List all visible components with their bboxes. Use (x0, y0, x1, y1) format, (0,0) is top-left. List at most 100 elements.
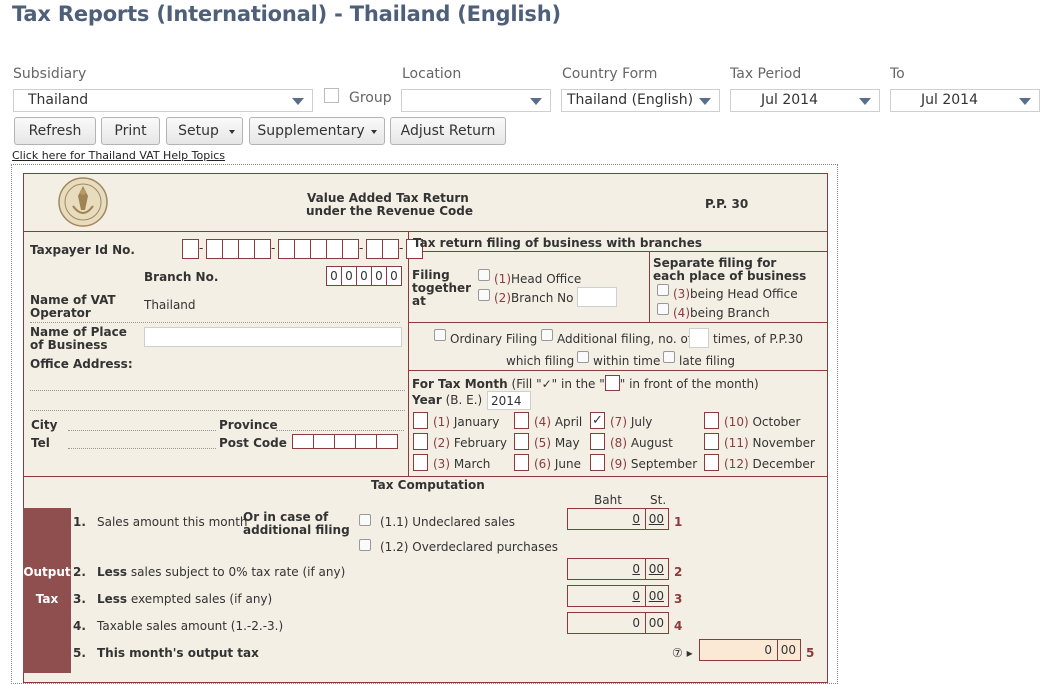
tax-month-instruction: For Tax Month (Fill "✓" in the " " in fro… (412, 375, 759, 391)
place-of-business-input[interactable] (144, 327, 402, 347)
month-checkbox[interactable] (413, 454, 428, 471)
help-topics-link[interactable]: Click here for Thailand VAT Help Topics (12, 149, 225, 162)
setup-button[interactable]: Setup (166, 117, 243, 145)
subsidiary-select[interactable]: Thailand (13, 89, 313, 112)
month-checkbox[interactable]: ✓ (590, 412, 605, 429)
to-value: Jul 2014 (921, 92, 978, 108)
month-checkbox[interactable] (514, 412, 529, 429)
post-code-digit[interactable] (292, 434, 314, 449)
branch-no-checkbox[interactable] (478, 289, 490, 301)
additional-filing-count-input[interactable] (689, 328, 709, 348)
late-filing-checkbox[interactable] (663, 351, 675, 363)
form-title-line1: Value Added Tax Return (307, 191, 469, 205)
row-description: Less exempted sales (if any) (97, 592, 273, 606)
month-label: (11) November (724, 436, 815, 450)
month-label: (10) October (724, 415, 801, 429)
line-number: 1 (674, 515, 683, 529)
month-checkbox[interactable] (514, 433, 529, 450)
to-select[interactable]: Jul 2014 (890, 89, 1040, 112)
overdeclared-purchases-label: (1.2) Overdeclared purchases (380, 540, 559, 554)
vat-operator-label-2: Operator (30, 306, 91, 320)
month-checkbox[interactable] (413, 412, 428, 429)
id-separator: - (271, 241, 276, 255)
head-office-checkbox[interactable] (478, 269, 490, 281)
adjust-return-button[interactable]: Adjust Return (390, 117, 506, 145)
undeclared-sales-checkbox[interactable] (359, 514, 371, 526)
month-checkbox[interactable] (704, 433, 719, 450)
supplementary-label: Supplementary (257, 123, 365, 139)
month-checkbox[interactable] (704, 412, 719, 429)
month-label: (4) April (534, 415, 583, 429)
taxpayer-id-digit[interactable] (326, 239, 343, 259)
country-form-select[interactable]: Thailand (English) (561, 89, 720, 112)
location-select[interactable] (401, 89, 551, 112)
month-checkbox[interactable] (704, 454, 719, 471)
row-description: Less sales subject to 0% tax rate (if an… (97, 565, 346, 579)
chevron-down-icon (699, 98, 711, 105)
additional-filing-checkbox[interactable] (541, 329, 553, 341)
taxpayer-id-digit[interactable] (342, 239, 359, 259)
amount-field[interactable]: 0 00 (567, 508, 669, 530)
amount-field[interactable]: 0 00 (567, 558, 669, 580)
amount-field[interactable]: 0 00 (567, 612, 669, 634)
tax-period-select[interactable]: Jul 2014 (730, 89, 880, 112)
revenue-seal-icon (58, 177, 108, 227)
line-number: 2 (674, 565, 683, 579)
chevron-down-icon (859, 98, 871, 105)
post-code-digit[interactable] (313, 434, 335, 449)
filing-together-label-3: at (412, 294, 426, 308)
month-label: (2) February (433, 436, 508, 450)
row-description: Taxable sales amount (1.-2.-3.) (97, 619, 284, 633)
within-time-checkbox[interactable] (577, 351, 589, 363)
taxpayer-id-digit[interactable] (206, 239, 223, 259)
month-checkbox[interactable] (413, 433, 428, 450)
branch-no-digit[interactable]: 0 (326, 266, 342, 286)
additional-case-label-1: Or in case of (243, 510, 329, 524)
taxpayer-id-digit[interactable] (254, 239, 271, 259)
subsidiary-value: Thailand (28, 92, 89, 108)
within-time-label: within time (593, 354, 661, 368)
to-label: To (890, 66, 905, 82)
supplementary-button[interactable]: Supplementary (249, 117, 385, 145)
branch-no-digit[interactable]: 0 (356, 266, 372, 286)
branch-no-digit[interactable]: 0 (341, 266, 357, 286)
ordinary-filing-checkbox[interactable] (434, 329, 446, 341)
taxpayer-id-digit[interactable] (238, 239, 255, 259)
taxpayer-id-digit[interactable] (182, 239, 199, 259)
taxpayer-id-digit[interactable] (310, 239, 327, 259)
month-checkbox[interactable] (590, 433, 605, 450)
taxpayer-id-label: Taxpayer Id No. (30, 243, 135, 257)
taxpayer-id-digit[interactable] (222, 239, 239, 259)
refresh-button[interactable]: Refresh (14, 117, 96, 145)
amount-baht: 0 (632, 589, 640, 603)
branch-no-input[interactable] (577, 287, 617, 307)
chevron-down-icon (530, 98, 542, 105)
print-button[interactable]: Print (101, 117, 160, 145)
year-label: Year (B. E.) (412, 393, 483, 407)
row-description: This month's output tax (97, 646, 259, 660)
row-number: 1. (73, 515, 86, 529)
year-input[interactable]: 2014 (487, 391, 531, 410)
being-branch-checkbox[interactable] (657, 303, 669, 315)
taxpayer-id-digit[interactable] (366, 239, 383, 259)
separate-filing-label-2: each place of business (653, 269, 807, 283)
month-checkbox[interactable] (590, 454, 605, 471)
caret-down-icon (371, 130, 377, 134)
st-column-header: St. (650, 493, 667, 507)
amount-field[interactable]: 0 00 (567, 585, 669, 607)
post-code-digit[interactable] (355, 434, 377, 449)
taxpayer-id-digit[interactable] (278, 239, 295, 259)
branch-no-digit[interactable]: 0 (386, 266, 402, 286)
post-code-digit[interactable] (334, 434, 356, 449)
row-number: 2. (73, 565, 86, 579)
taxpayer-id-digit[interactable] (382, 239, 399, 259)
branch-no-digit[interactable]: 0 (371, 266, 387, 286)
taxpayer-id-digit[interactable] (294, 239, 311, 259)
post-code-digit[interactable] (376, 434, 398, 449)
group-checkbox[interactable] (324, 88, 339, 103)
month-checkbox[interactable] (514, 454, 529, 471)
amount-field[interactable]: 0 00 (699, 639, 801, 661)
being-head-office-checkbox[interactable] (657, 284, 669, 296)
vat-operator-label-1: Name of VAT (30, 293, 116, 307)
overdeclared-purchases-checkbox[interactable] (359, 539, 371, 551)
